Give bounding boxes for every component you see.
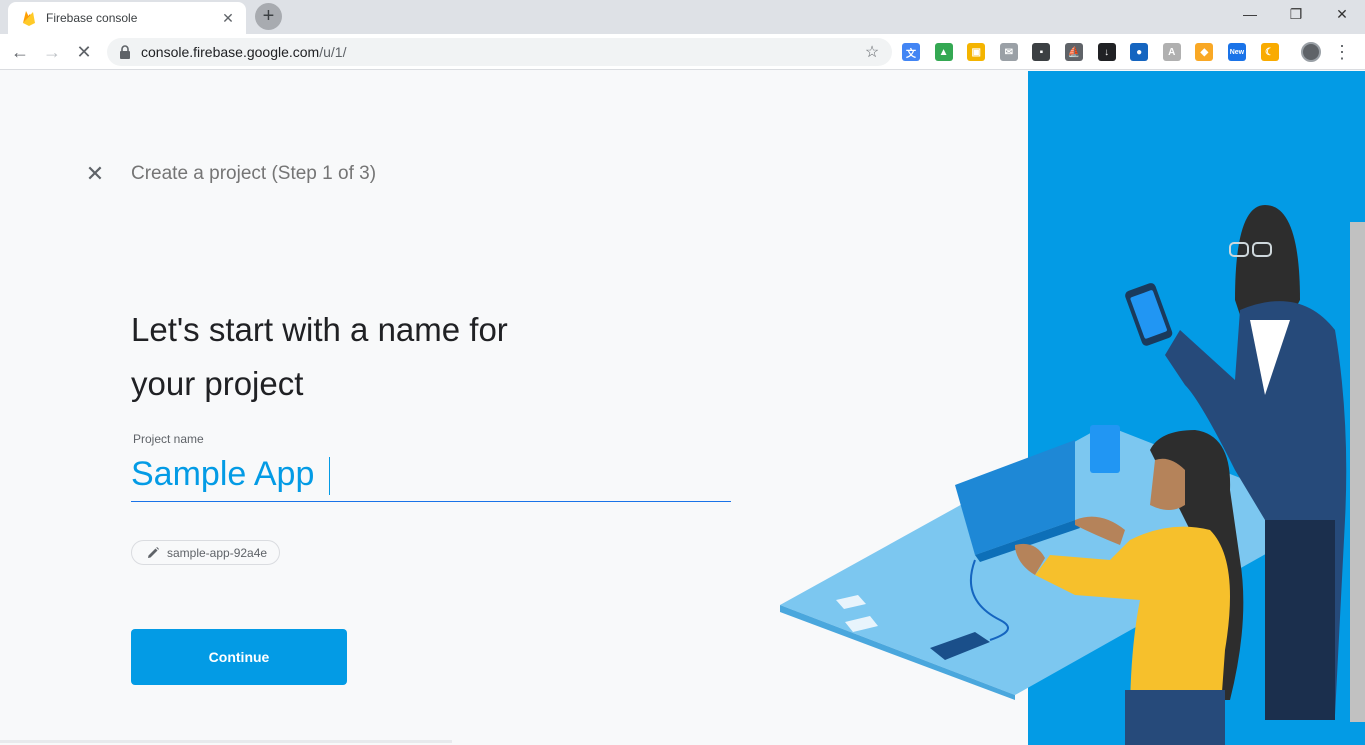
url-text[interactable]: console.firebase.google.com/u/1/ bbox=[141, 44, 862, 60]
text-caret bbox=[329, 457, 330, 495]
loading-progress-bar bbox=[0, 740, 452, 743]
restore-button[interactable]: ❐ bbox=[1273, 0, 1319, 28]
ship-extension-icon[interactable]: ⛵ bbox=[1064, 43, 1083, 61]
back-button[interactable]: ← bbox=[6, 38, 34, 66]
drive-extension-icon[interactable]: ▲ bbox=[934, 43, 953, 61]
browser-toolbar: ← → ✕ console.firebase.google.com/u/1/ ☆… bbox=[0, 34, 1365, 70]
dark-extension-icon[interactable]: ▪ bbox=[1032, 43, 1051, 61]
woman-chair bbox=[1125, 690, 1225, 745]
browser-menu-icon[interactable]: ⋮ bbox=[1332, 38, 1352, 66]
lock-icon bbox=[120, 45, 130, 59]
project-name-label: Project name bbox=[133, 432, 204, 446]
stop-loading-button[interactable]: ✕ bbox=[70, 38, 98, 66]
heading-line-2: your project bbox=[131, 365, 304, 402]
heading-line-1: Let's start with a name for bbox=[131, 311, 508, 348]
project-id-chip[interactable]: sample-app-92a4e bbox=[131, 540, 281, 565]
forward-button[interactable]: → bbox=[38, 38, 66, 66]
step-title: Create a project (Step 1 of 3) bbox=[131, 163, 377, 184]
firebase-favicon-icon bbox=[23, 11, 35, 26]
url-path: /u/1/ bbox=[319, 44, 347, 60]
profile-avatar[interactable] bbox=[1301, 42, 1321, 62]
browser-tab[interactable]: Firebase console ✕ bbox=[8, 2, 246, 34]
developers-illustration bbox=[780, 205, 1347, 745]
browser-titlebar: Firebase console ✕ + — ❐ ✕ bbox=[0, 0, 1365, 34]
project-name-input[interactable] bbox=[131, 449, 731, 499]
man-head bbox=[1235, 205, 1300, 315]
new-extension-icon[interactable]: New bbox=[1227, 43, 1246, 61]
angular-extension-icon[interactable]: A bbox=[1162, 43, 1181, 61]
close-icon[interactable]: ✕ bbox=[85, 163, 105, 185]
minimize-button[interactable]: — bbox=[1227, 0, 1273, 28]
pencil-icon bbox=[148, 546, 159, 558]
window-close-button[interactable]: ✕ bbox=[1319, 0, 1365, 28]
bookmark-star-icon[interactable]: ☆ bbox=[862, 42, 882, 62]
tab-title: Firebase console bbox=[46, 11, 138, 25]
yellow-extension-icon[interactable]: ▣ bbox=[967, 43, 986, 61]
project-name-field[interactable] bbox=[131, 449, 731, 502]
mail-extension-icon[interactable]: ✉ bbox=[999, 43, 1018, 61]
url-host: console.firebase.google.com bbox=[141, 44, 320, 60]
woman-face bbox=[1150, 458, 1185, 510]
cat-extension-icon[interactable]: ◆ bbox=[1195, 43, 1214, 61]
moon-extension-icon[interactable]: ☾ bbox=[1260, 43, 1279, 61]
translate-extension-icon[interactable]: 文 bbox=[902, 43, 920, 61]
extensions-area: 文 ▲ ▣ ✉ ▪ ⛵ ↓ ● A ◆ New ☾ bbox=[902, 34, 1293, 70]
download-extension-icon[interactable]: ↓ bbox=[1097, 43, 1116, 61]
man-pants bbox=[1265, 520, 1335, 720]
tab-close-icon[interactable]: ✕ bbox=[220, 10, 236, 26]
cup bbox=[1090, 425, 1120, 473]
continue-button[interactable]: Continue bbox=[131, 629, 347, 685]
page-heading: Let's start with a name for your project bbox=[131, 303, 611, 411]
project-id-text: sample-app-92a4e bbox=[167, 545, 268, 560]
chat-extension-icon[interactable]: ● bbox=[1130, 43, 1149, 61]
new-tab-button[interactable]: + bbox=[255, 3, 282, 30]
address-bar[interactable]: console.firebase.google.com/u/1/ ☆ bbox=[107, 38, 892, 66]
page-scrollbar[interactable] bbox=[1350, 222, 1365, 722]
